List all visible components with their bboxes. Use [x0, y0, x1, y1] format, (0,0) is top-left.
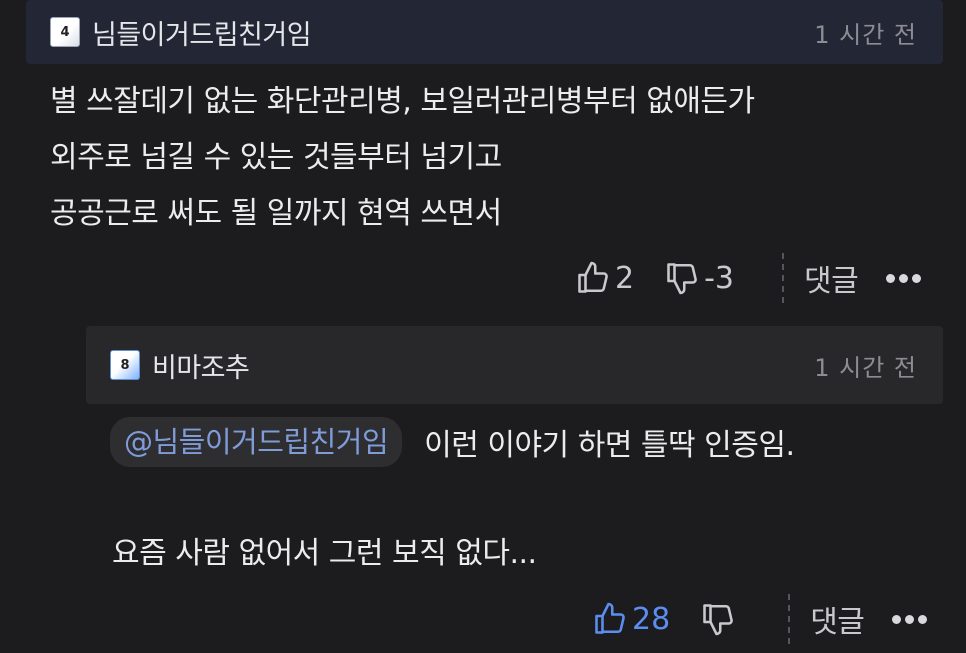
- reply-body-line: @님들이거드립친거임 이런 이야기 하면 틀딱 인증임.: [110, 417, 795, 467]
- action-divider: [788, 594, 791, 644]
- dislike-count: -3: [704, 260, 735, 296]
- thumbs-down-icon: [703, 604, 734, 636]
- mention-tag[interactable]: @님들이거드립친거임: [110, 417, 403, 467]
- reply-header: 8 비마조추 1 시간 전: [86, 326, 943, 404]
- thumbs-up-icon: [595, 602, 625, 634]
- reply-text: 요즘 사람 없어서 그런 보직 없다...: [112, 536, 537, 571]
- dislike-button[interactable]: -3: [664, 260, 734, 296]
- comment-thread: 4 님들이거드립친거임 1 시간 전 별 쓰잘데기 없는 화단관리병, 보일러관…: [0, 0, 966, 653]
- like-count: 2: [615, 260, 635, 296]
- like-button[interactable]: 2: [575, 260, 634, 296]
- like-button[interactable]: 28: [592, 601, 670, 637]
- more-dots-icon[interactable]: [886, 273, 922, 283]
- level-badge-number: 4: [60, 24, 70, 40]
- comment-timestamp: 1 시간 전: [814, 20, 917, 49]
- comment-line: 공공근로 써도 될 일까지 현역 쓰면서: [50, 196, 502, 231]
- reply-timestamp: 1 시간 전: [814, 353, 917, 382]
- level-badge-icon: 4: [50, 17, 80, 47]
- reply-actions: 28 댓글: [592, 594, 928, 644]
- thumbs-up-icon: [578, 261, 608, 293]
- comment-body: 별 쓰잘데기 없는 화단관리병, 보일러관리병부터 없애든가 외주로 넘길 수 …: [50, 74, 930, 242]
- level-badge-number: 8: [120, 357, 130, 373]
- comment-line: 외주로 넘길 수 있는 것들부터 넘기고: [50, 140, 502, 175]
- more-dots-icon[interactable]: [892, 614, 928, 624]
- reply-button[interactable]: 댓글: [804, 256, 859, 300]
- reply-button[interactable]: 댓글: [810, 597, 865, 641]
- level-badge-icon: 8: [110, 350, 140, 380]
- reply-text: 이런 이야기 하면 틀딱 인증임.: [424, 428, 795, 463]
- comment-line: 별 쓰잘데기 없는 화단관리병, 보일러관리병부터 없애든가: [50, 84, 755, 119]
- reply-author[interactable]: 비마조추: [152, 346, 250, 385]
- dislike-button[interactable]: [700, 601, 740, 637]
- thumbs-down-icon: [667, 263, 697, 295]
- like-count: 28: [632, 601, 671, 637]
- comment-header: 4 님들이거드립친거임 1 시간 전: [26, 0, 943, 64]
- comment-author[interactable]: 님들이거드립친거임: [92, 13, 312, 52]
- action-divider: [782, 253, 785, 303]
- comment-actions: 2 -3 댓글: [575, 253, 922, 303]
